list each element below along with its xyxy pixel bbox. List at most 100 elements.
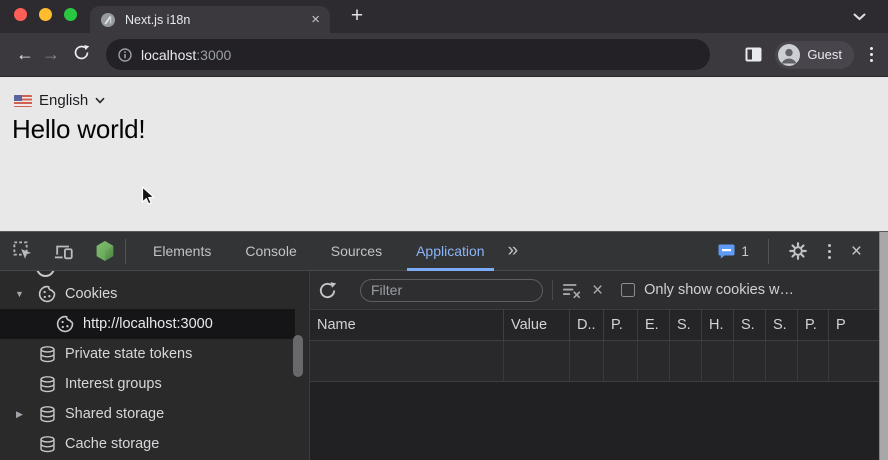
empty-cell <box>504 341 570 381</box>
column-header-p[interactable]: P. <box>604 310 638 340</box>
sidebar-item-label: Cookies <box>65 286 117 302</box>
refresh-cookies-icon[interactable] <box>316 281 338 300</box>
nodejs-icon[interactable] <box>95 239 115 263</box>
column-header-h[interactable]: H. <box>702 310 734 340</box>
sidebar-item-label: Shared storage <box>65 406 164 422</box>
inspect-element-icon[interactable] <box>13 241 33 261</box>
minimize-window-button[interactable] <box>39 8 52 21</box>
column-header-e[interactable]: E. <box>638 310 670 340</box>
sidebar-item-cookies[interactable]: ▼ Cookies <box>0 279 295 309</box>
site-info-icon[interactable] <box>118 48 132 62</box>
column-header-s[interactable]: S. <box>670 310 702 340</box>
page-heading: Hello world! <box>12 114 145 145</box>
browser-toolbar: ← → localhost:3000 Guest <box>0 33 888 77</box>
sidebar-item-cookies-localhost[interactable]: http://localhost:3000 <box>0 309 295 339</box>
application-sidebar: ▼ Cookies http://localhost:3000 Private sta… <box>0 271 310 460</box>
database-icon <box>37 375 57 394</box>
sidebar-item-cache-storage[interactable]: Cache storage <box>0 429 295 459</box>
devtools-tab-sources[interactable]: Sources <box>314 232 399 271</box>
side-panel-icon[interactable] <box>745 47 762 62</box>
url-text: localhost:3000 <box>141 47 231 63</box>
language-chevron-icon <box>95 97 105 104</box>
issues-icon <box>718 244 735 259</box>
empty-cell <box>638 341 670 381</box>
column-header-name[interactable]: Name <box>310 310 504 340</box>
profile-name: Guest <box>807 47 842 62</box>
reload-button[interactable] <box>68 44 94 66</box>
close-window-button[interactable] <box>14 8 27 21</box>
empty-cell <box>670 341 702 381</box>
empty-cell <box>702 341 734 381</box>
address-bar[interactable]: localhost:3000 <box>106 39 710 70</box>
clear-filter-icon[interactable] <box>562 281 582 299</box>
tab-strip: Next.js i18n × + <box>0 0 888 33</box>
devtools-tab-elements[interactable]: Elements <box>136 232 228 271</box>
sidebar-item-label: Interest groups <box>65 376 162 392</box>
only-show-issues-label: Only show cookies w… <box>644 282 794 298</box>
empty-cell <box>734 341 766 381</box>
language-selector[interactable]: English <box>14 92 105 109</box>
sidebar-item-label: Cache storage <box>65 436 159 452</box>
issues-button[interactable]: 1 <box>718 244 749 259</box>
avatar <box>778 44 800 66</box>
only-show-issues-checkbox[interactable] <box>621 283 635 297</box>
issues-count: 1 <box>741 244 749 259</box>
delete-cookies-icon[interactable]: × <box>592 281 603 300</box>
devtools-close-icon[interactable]: × <box>851 242 862 261</box>
column-header-s[interactable]: S. <box>734 310 766 340</box>
empty-cell <box>604 341 638 381</box>
devtools-menu-icon[interactable] <box>825 244 834 259</box>
tab-title: Next.js i18n <box>125 13 311 27</box>
devtools-scrollbar[interactable] <box>879 232 888 460</box>
sidebar-item-label: Private state tokens <box>65 346 192 362</box>
column-header-p[interactable]: P. <box>798 310 829 340</box>
disclosure-closed-icon[interactable]: ▶ <box>12 409 27 420</box>
devtools-tab-application[interactable]: Application <box>399 232 502 271</box>
cookies-table-header: NameValueD..P.E.S.H.S.S.P.P <box>310 310 888 341</box>
tab-search-chevron-icon[interactable] <box>853 13 866 21</box>
sidebar-item-interest-groups[interactable]: Interest groups <box>0 369 295 399</box>
column-header-d[interactable]: D.. <box>570 310 604 340</box>
column-header-s[interactable]: S. <box>766 310 798 340</box>
column-header-value[interactable]: Value <box>504 310 570 340</box>
devtools-toolbar: ElementsConsoleSourcesApplication » 1 × <box>0 232 888 271</box>
cookie-icon <box>55 314 75 334</box>
tab-favicon-icon <box>100 12 116 28</box>
settings-gear-icon[interactable] <box>788 241 808 261</box>
filter-input[interactable] <box>360 279 543 302</box>
empty-cell <box>766 341 798 381</box>
device-toolbar-icon[interactable] <box>54 242 74 261</box>
back-button[interactable]: ← <box>12 44 38 65</box>
browser-tab[interactable]: Next.js i18n × <box>90 6 330 33</box>
sidebar-item-shared-storage[interactable]: ▶ Shared storage <box>0 399 295 429</box>
us-flag-icon <box>14 95 32 107</box>
cookie-icon <box>37 284 57 304</box>
browser-window: Next.js i18n × + ← → localhost:3000 <box>0 0 888 460</box>
empty-cell <box>310 341 504 381</box>
maximize-window-button[interactable] <box>64 8 77 21</box>
window-controls <box>14 8 77 21</box>
devtools-tabs: ElementsConsoleSourcesApplication <box>136 232 502 271</box>
profile-chip[interactable]: Guest <box>775 41 854 69</box>
cookies-table-filler <box>310 382 888 460</box>
tab-close-icon[interactable]: × <box>311 12 320 27</box>
devtools-panel: ElementsConsoleSourcesApplication » 1 × … <box>0 231 888 460</box>
empty-cell <box>570 341 604 381</box>
sidebar-item-label: http://localhost:3000 <box>83 316 213 332</box>
sidebar-item-private-state-tokens[interactable]: Private state tokens <box>0 339 295 369</box>
cookies-table-empty-row[interactable] <box>310 341 888 382</box>
language-label: English <box>39 92 88 109</box>
empty-cell <box>798 341 829 381</box>
forward-button[interactable]: → <box>38 44 64 65</box>
mouse-cursor <box>141 186 156 206</box>
sidebar-scrollbar-thumb[interactable] <box>293 335 303 377</box>
page-viewport: English Hello world! <box>0 77 888 230</box>
new-tab-button[interactable]: + <box>344 3 370 29</box>
cookies-panel: × Only show cookies w… NameValueD..P.E.S… <box>310 271 888 460</box>
devtools-tab-console[interactable]: Console <box>228 232 313 271</box>
more-tabs-button[interactable]: » <box>502 233 524 269</box>
toolbar-divider <box>125 239 126 264</box>
database-icon <box>37 435 57 454</box>
disclosure-open-icon[interactable]: ▼ <box>12 289 27 299</box>
browser-menu-icon[interactable] <box>867 47 876 62</box>
